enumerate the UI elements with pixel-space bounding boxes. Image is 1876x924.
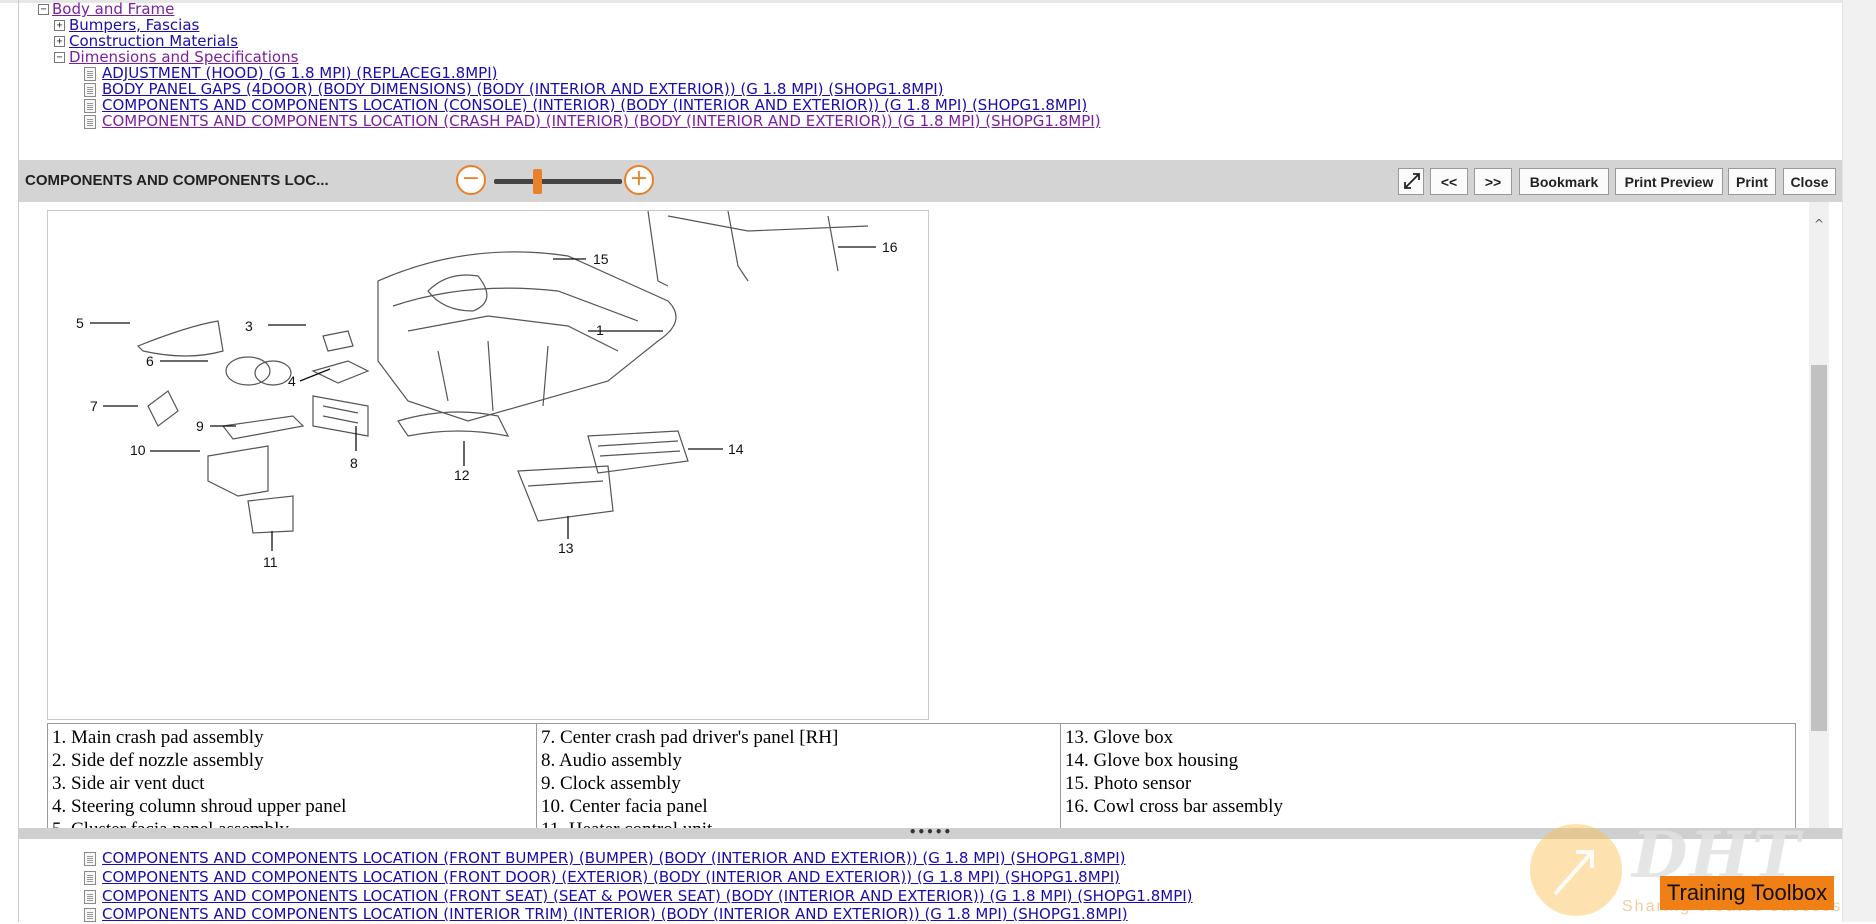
legend-item: 7. Center crash pad driver's panel [RH] bbox=[541, 727, 839, 748]
callout-12: 12 bbox=[454, 467, 470, 483]
callout-9: 9 bbox=[196, 418, 204, 434]
doc-link-interior-trim[interactable]: COMPONENTS AND COMPONENTS LOCATION (INTE… bbox=[102, 905, 1128, 923]
document-icon bbox=[84, 115, 96, 129]
tree-doc-row: COMPONENTS AND COMPONENTS LOCATION (FRON… bbox=[84, 868, 1120, 887]
callout-7: 7 bbox=[90, 398, 98, 414]
callout-8: 8 bbox=[350, 455, 358, 471]
legend-item: 9. Clock assembly bbox=[541, 773, 681, 794]
legend-column-1: 1. Main crash pad assembly 2. Side def n… bbox=[47, 723, 537, 828]
watermark-logo-circle bbox=[1530, 824, 1622, 916]
collapse-toggle-icon[interactable]: − bbox=[38, 4, 49, 15]
document-icon bbox=[84, 908, 96, 922]
zoom-slider-thumb[interactable] bbox=[533, 169, 543, 194]
legend-item: 3. Side air vent duct bbox=[52, 773, 205, 794]
expand-toggle-icon[interactable]: + bbox=[54, 20, 65, 31]
tree-doc-row: COMPONENTS AND COMPONENTS LOCATION (CRAS… bbox=[84, 112, 1101, 131]
window-top-border bbox=[0, 0, 1876, 3]
training-toolbox-badge[interactable]: Training Toolbox bbox=[1660, 876, 1834, 910]
callout-14: 14 bbox=[728, 441, 744, 457]
document-content: 1 3 4 5 6 7 8 9 10 11 12 13 14 15 16 1. … bbox=[19, 202, 1842, 828]
legend-item: 1. Main crash pad assembly bbox=[52, 727, 264, 748]
document-icon bbox=[84, 852, 96, 866]
next-button[interactable]: >> bbox=[1474, 168, 1512, 195]
doc-link-front-bumper[interactable]: COMPONENTS AND COMPONENTS LOCATION (FRON… bbox=[102, 849, 1126, 867]
document-icon bbox=[84, 99, 96, 113]
callout-5: 5 bbox=[76, 315, 84, 331]
document-icon bbox=[84, 871, 96, 885]
arrow-icon bbox=[1553, 850, 1594, 896]
zoom-slider-track[interactable] bbox=[494, 179, 622, 184]
doc-link-front-seat[interactable]: COMPONENTS AND COMPONENTS LOCATION (FRON… bbox=[102, 887, 1193, 905]
legend-item: 15. Photo sensor bbox=[1065, 773, 1192, 794]
legend-item: 5. Cluster facia panel assembly bbox=[52, 818, 532, 828]
right-gutter bbox=[1842, 0, 1876, 922]
legend-item: 8. Audio assembly bbox=[541, 750, 682, 771]
callout-11: 11 bbox=[263, 554, 278, 570]
legend-item: 16. Cowl cross bar assembly bbox=[1065, 796, 1283, 817]
legend-column-2: 7. Center crash pad driver's panel [RH] … bbox=[536, 723, 1061, 828]
legend-item: 13. Glove box bbox=[1065, 727, 1174, 748]
legend-item: 11. Heater control unit bbox=[541, 818, 1056, 828]
print-button[interactable]: Print bbox=[1728, 168, 1776, 195]
legend-item: 4. Steering column shroud upper panel bbox=[52, 796, 347, 817]
crash-pad-diagram: 1 3 4 5 6 7 8 9 10 11 12 13 14 15 16 bbox=[47, 210, 929, 720]
tree-doc-row: COMPONENTS AND COMPONENTS LOCATION (INTE… bbox=[84, 905, 1128, 924]
callout-4: 4 bbox=[288, 373, 296, 389]
component-legend-table: 1. Main crash pad assembly 2. Side def n… bbox=[47, 723, 1796, 828]
document-icon bbox=[84, 83, 96, 97]
crash-pad-illustration: 1 3 4 5 6 7 8 9 10 11 12 13 14 15 16 bbox=[76, 210, 898, 570]
content-scrollbar[interactable]: ^ bbox=[1809, 202, 1829, 828]
legend-item: 10. Center facia panel bbox=[541, 796, 708, 817]
document-icon bbox=[84, 890, 96, 904]
callout-3: 3 bbox=[245, 318, 253, 334]
scrollbar-thumb[interactable] bbox=[1811, 365, 1827, 731]
callout-16: 16 bbox=[882, 239, 898, 255]
document-icon bbox=[84, 67, 96, 81]
expand-toggle-icon[interactable]: + bbox=[54, 36, 65, 47]
doc-link-crash-pad[interactable]: COMPONENTS AND COMPONENTS LOCATION (CRAS… bbox=[102, 112, 1101, 130]
tree-doc-row: COMPONENTS AND COMPONENTS LOCATION (FRON… bbox=[84, 849, 1126, 868]
tree-doc-row: COMPONENTS AND COMPONENTS LOCATION (FRON… bbox=[84, 887, 1193, 906]
legend-column-3: 13. Glove box 14. Glove box housing 15. … bbox=[1060, 723, 1796, 828]
doc-link-front-door[interactable]: COMPONENTS AND COMPONENTS LOCATION (FRON… bbox=[102, 868, 1120, 886]
callout-6: 6 bbox=[146, 353, 154, 369]
legend-item: 14. Glove box housing bbox=[1065, 750, 1239, 771]
bookmark-button[interactable]: Bookmark bbox=[1519, 168, 1609, 195]
callout-13: 13 bbox=[558, 540, 574, 556]
callout-10: 10 bbox=[130, 442, 146, 458]
fullscreen-button[interactable] bbox=[1398, 168, 1424, 195]
callout-15: 15 bbox=[593, 251, 609, 267]
close-button[interactable]: Close bbox=[1783, 168, 1836, 195]
zoom-in-button[interactable]: + bbox=[624, 165, 654, 195]
callout-1: 1 bbox=[596, 322, 604, 338]
previous-button[interactable]: << bbox=[1430, 168, 1468, 195]
expand-icon bbox=[1404, 173, 1420, 189]
print-preview-button[interactable]: Print Preview bbox=[1615, 168, 1723, 195]
document-title: COMPONENTS AND COMPONENTS LOC... bbox=[25, 172, 329, 189]
zoom-out-button[interactable]: − bbox=[456, 165, 486, 195]
collapse-toggle-icon[interactable]: − bbox=[54, 52, 65, 63]
scroll-up-arrow-icon[interactable]: ^ bbox=[1809, 216, 1829, 232]
legend-item: 2. Side def nozzle assembly bbox=[52, 750, 264, 771]
